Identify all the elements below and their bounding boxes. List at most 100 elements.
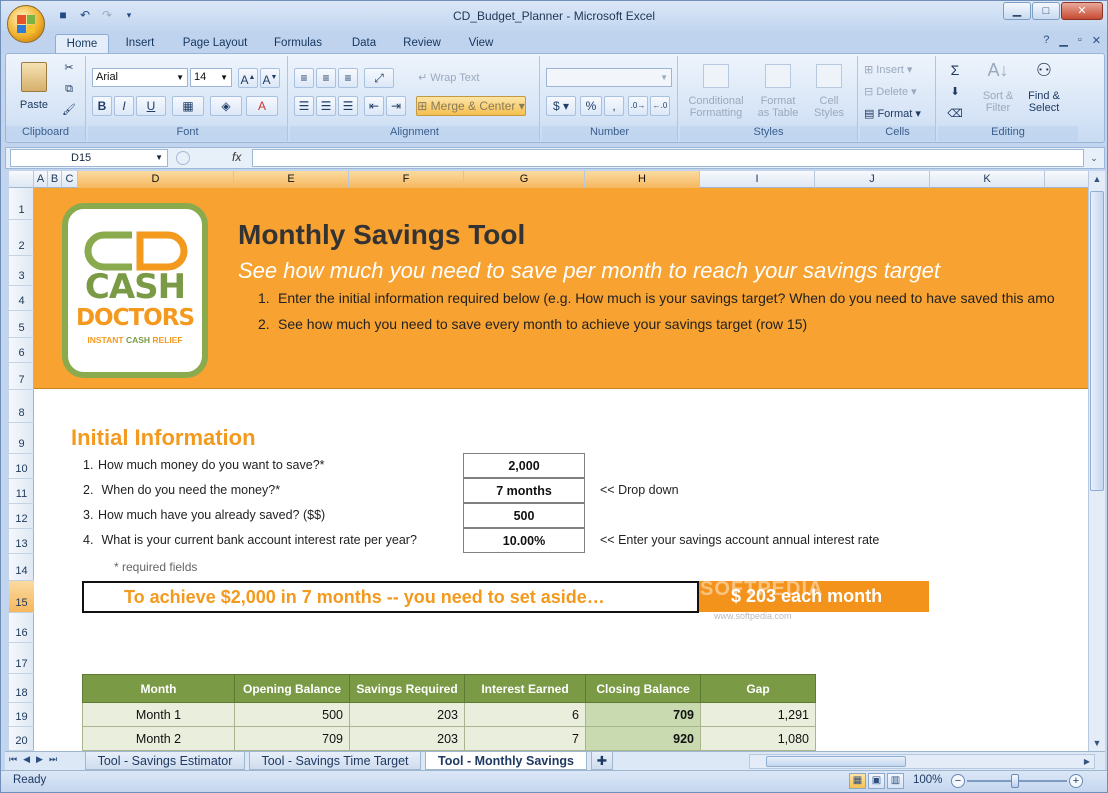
close-button[interactable]: ✕ [1061, 2, 1103, 20]
page-layout-view-icon[interactable]: ▣ [868, 773, 885, 789]
table-cell[interactable]: Month 2 [82, 726, 235, 751]
table-cell[interactable]: 709 [234, 726, 350, 751]
sheet-tab-savings-estimator[interactable]: Tool - Savings Estimator [85, 752, 245, 770]
percent-button[interactable]: % [580, 96, 602, 116]
tab-view[interactable]: View [461, 34, 501, 53]
column-header-e[interactable]: E [234, 171, 349, 188]
format-cells-button[interactable]: ▤ Format ▾ [864, 108, 932, 120]
increase-indent-icon[interactable]: ⇥ [386, 96, 406, 116]
column-header-i[interactable]: I [700, 171, 815, 188]
merge-center-button[interactable]: ⊞ Merge & Center ▾ [416, 96, 526, 116]
paste-button[interactable]: Paste [14, 62, 54, 111]
table-cell[interactable]: 1,291 [700, 702, 816, 727]
fill-color-button[interactable]: ◈ [210, 96, 242, 116]
already-saved-input[interactable]: 500 [463, 503, 585, 528]
increase-decimal-icon[interactable]: .0→ [628, 96, 648, 116]
borders-button[interactable]: ▦ [172, 96, 204, 116]
first-sheet-icon[interactable]: ⏮ [9, 754, 17, 765]
row-header[interactable]: 1 [9, 188, 34, 220]
table-cell[interactable]: 6 [464, 702, 586, 727]
tab-formulas[interactable]: Formulas [267, 34, 329, 53]
insert-sheet-icon[interactable]: ✚ [591, 752, 613, 770]
column-header-a[interactable]: A [34, 171, 48, 188]
align-middle-icon[interactable]: ≡ [316, 68, 336, 88]
italic-button[interactable]: I [114, 96, 134, 116]
minimize-button[interactable]: ▁ [1003, 2, 1031, 20]
font-family-select[interactable]: Arial ▼ [92, 68, 188, 87]
align-center-icon[interactable]: ☰ [316, 96, 336, 116]
row-header[interactable]: 16 [9, 613, 34, 643]
currency-button[interactable]: $ ▾ [546, 96, 576, 116]
row-header[interactable]: 4 [9, 286, 34, 311]
column-header-d[interactable]: D [78, 171, 234, 188]
insert-cells-button[interactable]: ⊞ Insert ▾ [864, 64, 932, 76]
copy-icon[interactable]: ⧉ [60, 83, 78, 95]
delete-cells-button[interactable]: ⊟ Delete ▾ [864, 86, 932, 98]
table-cell[interactable]: 920 [585, 726, 701, 751]
align-bottom-icon[interactable]: ≡ [338, 68, 358, 88]
align-right-icon[interactable]: ☰ [338, 96, 358, 116]
horizontal-scroll-thumb[interactable] [766, 756, 906, 767]
row-header[interactable]: 13 [9, 529, 34, 554]
tab-insert[interactable]: Insert [117, 34, 163, 53]
cut-icon[interactable]: ✂ [60, 62, 78, 74]
tab-home[interactable]: Home [55, 34, 109, 54]
align-top-icon[interactable]: ≡ [294, 68, 314, 88]
row-header[interactable]: 17 [9, 643, 34, 674]
save-icon[interactable]: ■ [55, 7, 71, 23]
row-header[interactable]: 6 [9, 338, 34, 363]
savings-target-input[interactable]: 2,000 [463, 453, 585, 478]
vertical-scrollbar[interactable]: ▲ ▼ [1088, 171, 1105, 751]
sheet-tab-monthly-savings[interactable]: Tool - Monthly Savings [425, 752, 587, 770]
table-cell[interactable]: 500 [234, 702, 350, 727]
row-header[interactable]: 15 [9, 581, 34, 613]
redo-icon[interactable]: ↷ [99, 7, 115, 23]
achieve-summary[interactable]: To achieve $2,000 in 7 months -- you nee… [82, 581, 699, 613]
last-sheet-icon[interactable]: ⏭ [49, 754, 57, 765]
office-button[interactable] [7, 5, 45, 43]
comma-button[interactable]: , [604, 96, 624, 116]
fill-icon[interactable]: ⬇ [944, 86, 966, 98]
undo-icon[interactable]: ↶ [77, 7, 93, 23]
help-icon[interactable]: ? [1043, 34, 1049, 47]
zoom-slider-handle[interactable] [1011, 774, 1019, 788]
formula-handle-icon[interactable] [176, 151, 190, 165]
decrease-indent-icon[interactable]: ⇤ [364, 96, 384, 116]
column-header-f[interactable]: F [349, 171, 464, 188]
maximize-button[interactable]: □ [1032, 2, 1060, 20]
tab-review[interactable]: Review [397, 34, 447, 53]
tab-page-layout[interactable]: Page Layout [177, 34, 253, 53]
expand-formula-bar-icon[interactable]: ⌄ [1086, 150, 1102, 166]
table-cell[interactable]: Month 1 [82, 702, 235, 727]
scroll-up-icon[interactable]: ▲ [1089, 171, 1105, 187]
grow-font-button[interactable]: A▲ [238, 68, 258, 88]
column-header-j[interactable]: J [815, 171, 930, 188]
row-header[interactable]: 12 [9, 504, 34, 529]
column-header-k[interactable]: K [930, 171, 1045, 188]
table-cell[interactable]: 203 [349, 726, 465, 751]
number-format-select[interactable]: ▼ [546, 68, 672, 87]
row-header[interactable]: 5 [9, 311, 34, 338]
normal-view-icon[interactable]: ▦ [849, 773, 866, 789]
wrap-text-button[interactable]: ↵ Wrap Text [418, 72, 498, 84]
zoom-in-icon[interactable]: + [1069, 774, 1083, 788]
worksheet-grid[interactable]: CASH DOCTORS INSTANT CASH RELIEF Monthly… [34, 188, 1089, 751]
column-header-h[interactable]: H [585, 171, 700, 188]
horizontal-scrollbar[interactable]: ▶ [749, 754, 1095, 769]
column-header-b[interactable]: B [48, 171, 62, 188]
select-all-corner[interactable] [9, 171, 34, 188]
underline-button[interactable]: U [136, 96, 166, 116]
zoom-level[interactable]: 100% [913, 774, 942, 786]
format-as-table-button[interactable]: Format as Table [752, 64, 804, 119]
row-header[interactable]: 14 [9, 554, 34, 581]
scroll-down-icon[interactable]: ▼ [1089, 735, 1105, 751]
bold-button[interactable]: B [92, 96, 112, 116]
find-select-button[interactable]: ⚇ Find & Select [1022, 61, 1066, 114]
clear-icon[interactable]: ⌫ [944, 108, 966, 120]
row-header[interactable]: 2 [9, 220, 34, 256]
sort-filter-button[interactable]: A↓ Sort & Filter [976, 61, 1020, 114]
page-break-view-icon[interactable]: ▥ [887, 773, 904, 789]
orientation-icon[interactable]: ⤢ [364, 68, 394, 88]
font-color-button[interactable]: A [246, 96, 278, 116]
column-header-g[interactable]: G [464, 171, 585, 188]
